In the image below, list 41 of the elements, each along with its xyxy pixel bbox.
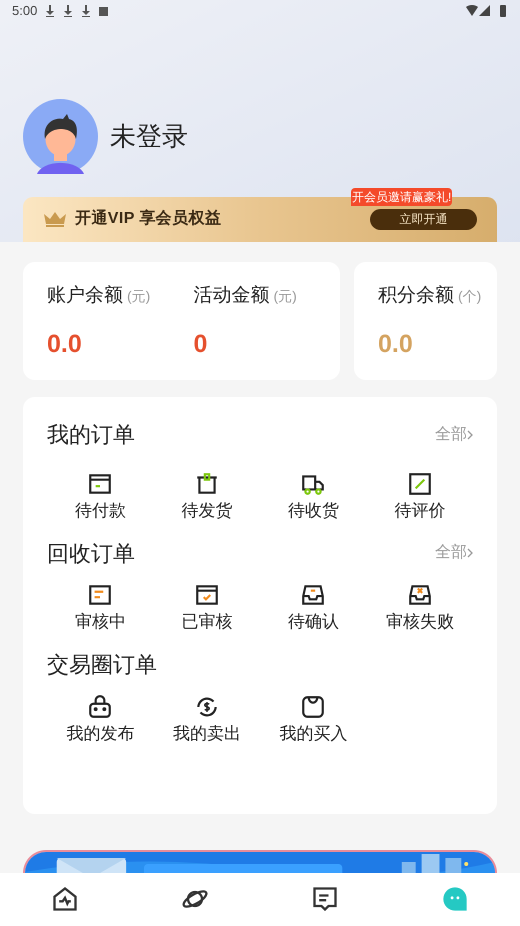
chevron-icon xyxy=(467,430,473,440)
home-icon[interactable] xyxy=(51,885,79,914)
section-title: 交易圈订单 xyxy=(47,651,157,680)
vip-text: 开通VIP 享会员权益 xyxy=(75,208,222,230)
shopping-bag-icon xyxy=(300,694,326,720)
unit-label: (个) xyxy=(458,286,482,306)
order-shortcut[interactable]: 待发货 xyxy=(154,470,260,524)
unit-label: (元) xyxy=(274,286,297,306)
order-shortcut[interactable]: 审核失败 xyxy=(366,582,473,635)
points-value: 0.0 xyxy=(378,329,414,360)
order-shortcut[interactable]: 我的买入 xyxy=(260,694,366,746)
section-title: 回收订单 xyxy=(47,540,135,568)
unit-label: (元) xyxy=(127,286,150,306)
activate-button[interactable]: 立即开通 xyxy=(370,208,477,230)
chevron-icon xyxy=(467,548,473,558)
balance-value: 0 xyxy=(194,329,208,360)
section-title: 我的订单 xyxy=(47,421,135,450)
promo-badge: 开会员邀请赢豪礼! xyxy=(351,188,452,206)
order-shortcut[interactable]: 我的发布 xyxy=(47,694,154,746)
avatar[interactable] xyxy=(23,99,98,174)
order-shortcut[interactable]: 待付款 xyxy=(47,470,154,524)
balance-label: 活动金额 xyxy=(194,284,270,308)
download-icon xyxy=(63,5,74,17)
order-shortcut[interactable]: 待评价 xyxy=(366,470,473,524)
order-shortcut[interactable]: 审核中 xyxy=(47,582,154,635)
balance-value: 0.0 xyxy=(47,329,83,360)
pencil-icon xyxy=(406,470,433,497)
balance-label: 账户余额 xyxy=(47,284,123,308)
order-shortcut[interactable]: 待确认 xyxy=(260,582,366,635)
download-icon xyxy=(45,5,56,17)
message-icon[interactable] xyxy=(311,885,339,914)
order-shortcut[interactable]: 已审核 xyxy=(154,582,260,635)
crown-icon xyxy=(43,211,67,228)
download-icon xyxy=(81,5,92,17)
order-shortcut[interactable]: 我的卖出 xyxy=(154,694,260,746)
username[interactable]: 未登录 xyxy=(110,117,188,156)
basket-icon xyxy=(87,694,114,720)
points-label: 积分余额 xyxy=(378,284,454,308)
status-time: 5:00 xyxy=(12,2,38,20)
signal-battery-icon xyxy=(466,5,508,17)
order-shortcut[interactable]: 待收货 xyxy=(260,470,366,524)
